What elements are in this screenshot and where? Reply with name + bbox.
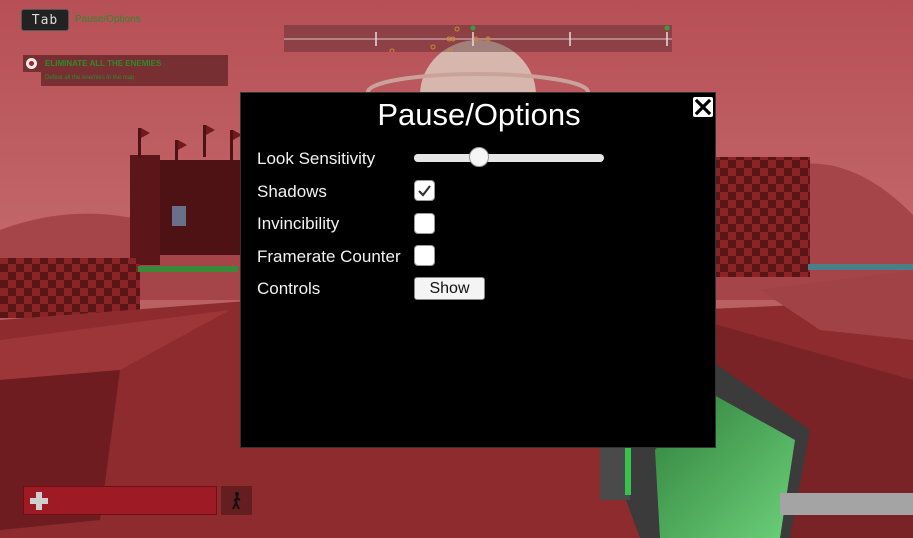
framerate-counter-checkbox[interactable] [414, 245, 435, 266]
dialog-title: Pause/Options [377, 97, 581, 132]
stance-indicator [221, 486, 252, 515]
show-controls-button[interactable]: Show [414, 277, 485, 300]
objective-panel: ELIMINATE ALL THE ENEMIES Defeat all the… [23, 55, 228, 86]
running-figure-icon [232, 492, 241, 510]
checkmark-icon [418, 185, 431, 197]
framerate-counter-label: Framerate Counter [257, 247, 401, 266]
shadows-label: Shadows [257, 182, 327, 201]
pause-options-dialog: Pause/Options Look Sensitivity Shadows I… [240, 92, 716, 448]
health-cross-icon [30, 492, 48, 510]
tab-hint-label: Pause/Options [75, 14, 141, 25]
compass-bar [284, 25, 672, 54]
close-button[interactable] [693, 97, 713, 117]
close-icon [694, 98, 712, 116]
look-sensitivity-label: Look Sensitivity [257, 149, 376, 168]
controls-label: Controls [257, 279, 321, 298]
target-icon [26, 58, 37, 69]
slider-thumb[interactable] [468, 147, 489, 167]
ammo-bar [780, 493, 913, 515]
tab-key-hint: Tab [21, 9, 69, 31]
invincibility-checkbox[interactable] [414, 213, 435, 234]
health-bar [23, 486, 217, 515]
look-sensitivity-slider[interactable] [414, 147, 604, 167]
objective-description: Defeat all the enemies in the map [45, 75, 135, 81]
objective-title: ELIMINATE ALL THE ENEMIES [45, 59, 162, 68]
invincibility-label: Invincibility [257, 214, 340, 233]
shadows-checkbox[interactable] [414, 180, 435, 201]
